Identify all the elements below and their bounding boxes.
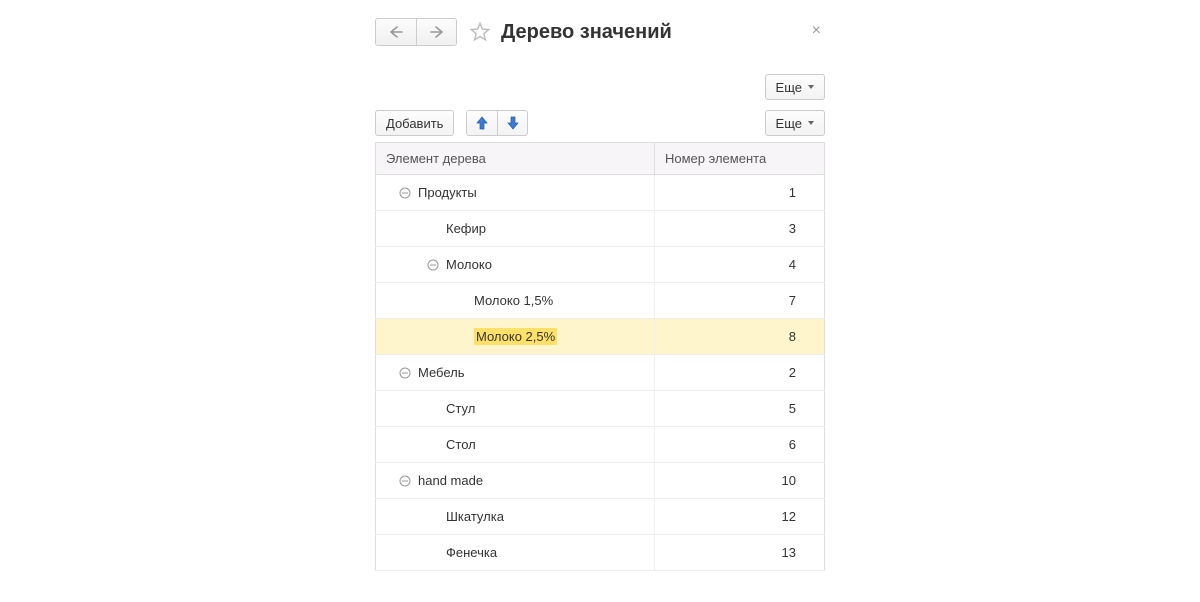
add-button-label: Добавить — [386, 116, 443, 131]
collapse-icon[interactable] — [398, 366, 412, 380]
tree-item-number: 5 — [655, 391, 825, 427]
tree-item-label: Кефир — [446, 221, 486, 236]
table-row[interactable]: Кефир 3 — [376, 211, 825, 247]
tree-item-label: Молоко 2,5% — [474, 328, 557, 345]
tree-item-label: Фенечка — [446, 545, 497, 560]
page-title: Дерево значений — [501, 21, 672, 44]
more-button-label: Еще — [776, 116, 802, 131]
tree-item-number: 8 — [655, 319, 825, 355]
tree-item-label: Молоко — [446, 257, 492, 272]
move-buttons — [466, 110, 528, 136]
chevron-down-icon — [808, 121, 814, 125]
nav-buttons — [375, 18, 457, 46]
tree-item-number: 13 — [655, 535, 825, 571]
tree-item-label: Продукты — [418, 185, 477, 200]
table-row[interactable]: Фенечка 13 — [376, 535, 825, 571]
tree-item-number: 2 — [655, 355, 825, 391]
nav-forward-button[interactable] — [416, 19, 456, 45]
nav-back-button[interactable] — [376, 19, 416, 45]
arrow-up-icon — [476, 116, 488, 130]
more-button-label: Еще — [776, 80, 802, 95]
table-row[interactable]: hand made 10 — [376, 463, 825, 499]
column-header-number[interactable]: Номер элемента — [655, 143, 825, 175]
tree-item-number: 1 — [655, 175, 825, 211]
tree-item-label: Молоко 1,5% — [474, 293, 553, 308]
collapse-icon[interactable] — [426, 258, 440, 272]
table-row[interactable]: Стул 5 — [376, 391, 825, 427]
add-button[interactable]: Добавить — [375, 110, 454, 136]
tree-item-number: 6 — [655, 427, 825, 463]
arrow-down-icon — [507, 116, 519, 130]
arrow-right-icon — [430, 26, 444, 38]
arrow-left-icon — [389, 26, 403, 38]
table-row[interactable]: Шкатулка 12 — [376, 499, 825, 535]
tree-item-number: 12 — [655, 499, 825, 535]
collapse-icon[interactable] — [398, 186, 412, 200]
table-row[interactable]: Мебель 2 — [376, 355, 825, 391]
tree-item-label: Стул — [446, 401, 475, 416]
tree-table: Элемент дерева Номер элемента Продукты1К… — [375, 142, 825, 571]
move-up-button[interactable] — [467, 111, 497, 135]
star-icon[interactable] — [469, 21, 491, 43]
column-header-element[interactable]: Элемент дерева — [376, 143, 655, 175]
tree-item-number: 4 — [655, 247, 825, 283]
chevron-down-icon — [808, 85, 814, 89]
table-row[interactable]: Продукты 1 — [376, 175, 825, 211]
more-button-top[interactable]: Еще — [765, 74, 825, 100]
tree-item-number: 7 — [655, 283, 825, 319]
tree-item-number: 3 — [655, 211, 825, 247]
table-row[interactable]: Молоко 4 — [376, 247, 825, 283]
tree-item-number: 10 — [655, 463, 825, 499]
collapse-icon[interactable] — [398, 474, 412, 488]
close-button[interactable]: × — [808, 20, 825, 42]
table-row[interactable]: Стол 6 — [376, 427, 825, 463]
more-button-toolbar[interactable]: Еще — [765, 110, 825, 136]
tree-item-label: hand made — [418, 473, 483, 488]
tree-item-label: Стол — [446, 437, 476, 452]
table-row[interactable]: Молоко 1,5% 7 — [376, 283, 825, 319]
tree-item-label: Шкатулка — [446, 509, 504, 524]
move-down-button[interactable] — [497, 111, 527, 135]
tree-item-label: Мебель — [418, 365, 465, 380]
table-row[interactable]: Молоко 2,5% 8 — [376, 319, 825, 355]
